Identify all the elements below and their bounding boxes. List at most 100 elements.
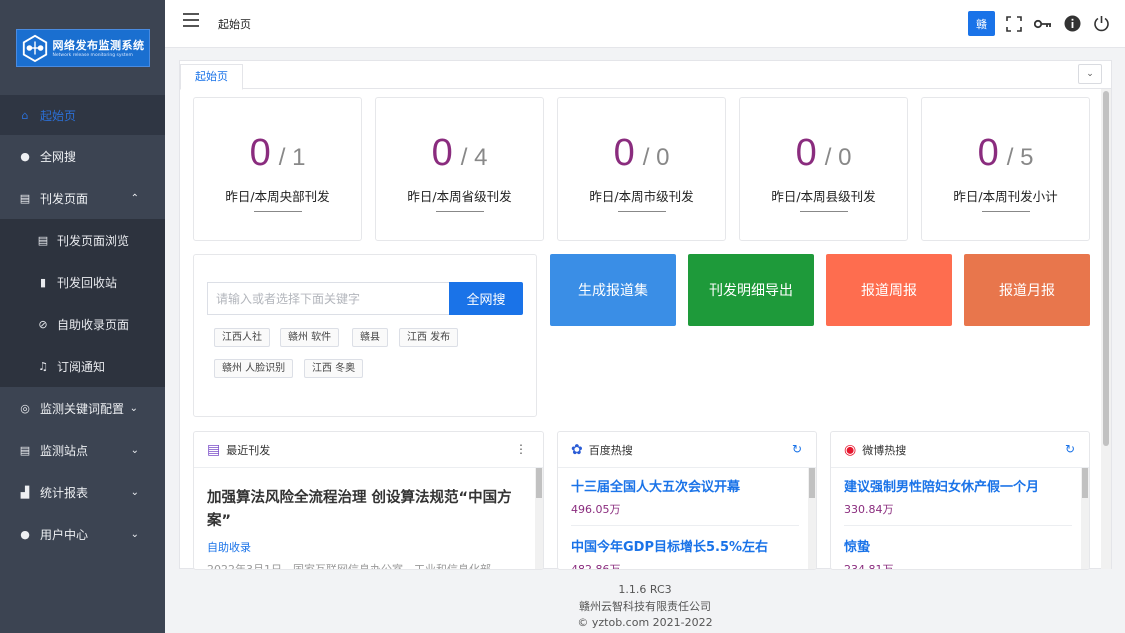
stat-label: 昨日/本周刊发小计 bbox=[953, 189, 1058, 204]
weekly-report-button[interactable]: 报道周报 bbox=[826, 254, 952, 326]
article-headline[interactable]: 加强算法风险全流程治理 创设算法规范“中国方案” bbox=[207, 487, 529, 533]
hot-item-title[interactable]: 十三届全国人大五次会议开幕 bbox=[571, 476, 799, 495]
stat-card-subtotal: 0/ 5 昨日/本周刊发小计 bbox=[921, 97, 1090, 241]
tab-strip: 起始页 ⌄ bbox=[180, 61, 1111, 90]
stat-yesterday: 0 bbox=[431, 132, 453, 174]
app-version: 1.1.6 RC3 bbox=[618, 583, 672, 596]
logo-network-icon bbox=[22, 34, 47, 62]
stat-yesterday: 0 bbox=[977, 132, 999, 174]
hot-item-title[interactable]: 惊蛰 bbox=[844, 536, 1072, 555]
info-icon[interactable] bbox=[1062, 14, 1082, 34]
keyword-tag[interactable]: 江西人社 bbox=[214, 328, 270, 347]
stat-card-central: 0/ 1 昨日/本周央部刊发 bbox=[193, 97, 362, 241]
trash-icon: ▮ bbox=[39, 275, 47, 289]
footer: 1.1.6 RC3 赣州云智科技有限责任公司 © yztob.com 2021-… bbox=[165, 582, 1125, 632]
hot-item-title[interactable]: 建议强制男性陪妇女休产假一个月 bbox=[844, 476, 1072, 495]
panel-title: 最近刊发 bbox=[226, 443, 271, 457]
keyword-tag[interactable]: 江西 发布 bbox=[399, 328, 459, 347]
more-options-icon[interactable]: ⋮ bbox=[515, 442, 527, 456]
tab-dropdown-button[interactable]: ⌄ bbox=[1078, 64, 1102, 84]
sidebar-item-publish-browse[interactable]: ▤ 刊发页面浏览 bbox=[0, 219, 165, 261]
sidebar-item-user-center[interactable]: ● 用户中心 ⌄ bbox=[0, 513, 165, 555]
search-panel: 全网搜 江西人社 赣州 软件 赣县 江西 发布 赣州 人脸识别 江西 冬奥 bbox=[193, 254, 537, 417]
bar-chart-icon: ▟ bbox=[20, 485, 30, 499]
sidebar-item-home[interactable]: ⌂ 起始页 bbox=[0, 95, 165, 135]
region-switch-button[interactable]: 赣 bbox=[968, 11, 995, 36]
sidebar-item-subscribe[interactable]: ♫ 订阅通知 bbox=[0, 345, 165, 387]
bell-icon: ♫ bbox=[38, 359, 48, 373]
stat-card-county: 0/ 0 昨日/本周县级刊发 bbox=[739, 97, 908, 241]
app-logo[interactable]: 网络发布监测系统 Network release monitoring syst… bbox=[15, 28, 150, 67]
scrollbar-thumb[interactable] bbox=[1082, 468, 1088, 498]
panel-header: ◉ 微博热搜 ↻ bbox=[831, 432, 1089, 468]
stat-week: 4 bbox=[474, 144, 488, 171]
home-icon: ⌂ bbox=[21, 108, 29, 122]
sidebar-item-keyword-config[interactable]: ◎ 监测关键词配置 ⌄ bbox=[0, 387, 165, 429]
keyword-tag[interactable]: 赣州 人脸识别 bbox=[214, 359, 294, 378]
article-source[interactable]: 自助收录 bbox=[207, 539, 529, 555]
weibo-icon: ◉ bbox=[844, 441, 857, 458]
publish-pages-submenu: ▤ 刊发页面浏览 ▮ 刊发回收站 ⊘ 自助收录页面 ♫ 订阅通知 bbox=[0, 219, 165, 387]
chevron-down-icon: ⌄ bbox=[130, 528, 139, 540]
panel-scrollbar[interactable] bbox=[808, 468, 816, 569]
main-content: 起始页 ⌄ 0/ 1 昨日/本周央部刊发 0/ 4 昨日/本周省级刊发 0/ 0… bbox=[179, 60, 1112, 570]
refresh-icon[interactable]: ↻ bbox=[1065, 442, 1075, 456]
monthly-report-button[interactable]: 报道月报 bbox=[964, 254, 1090, 326]
sidebar: 网络发布监测系统 Network release monitoring syst… bbox=[0, 0, 165, 633]
keyword-tag[interactable]: 赣县 bbox=[352, 328, 388, 347]
article-snippet: 2022年3月1日，国家互联网信息办公室、工业和信息化部、 bbox=[207, 563, 502, 570]
export-publish-details-button[interactable]: 刊发明细导出 bbox=[688, 254, 814, 326]
scrollbar-thumb[interactable] bbox=[536, 468, 542, 498]
divider bbox=[435, 211, 484, 212]
panel-scrollbar[interactable] bbox=[1081, 468, 1089, 569]
generate-report-set-button[interactable]: 生成报道集 bbox=[550, 254, 676, 326]
main-scrollbar[interactable] bbox=[1101, 89, 1111, 569]
power-icon[interactable] bbox=[1091, 14, 1111, 34]
sidebar-item-label: 自助收录页面 bbox=[57, 317, 130, 332]
keyword-tag[interactable]: 江西 冬奥 bbox=[304, 359, 364, 378]
sidebar-item-monitor-sites[interactable]: ▤ 监测站点 ⌄ bbox=[0, 429, 165, 471]
hamburger-menu-icon[interactable] bbox=[183, 13, 199, 27]
hot-item-heat: 234.81万 bbox=[844, 563, 894, 570]
baidu-paw-icon: ✿ bbox=[571, 441, 583, 458]
stat-yesterday: 0 bbox=[249, 132, 271, 174]
stat-yesterday: 0 bbox=[613, 132, 635, 174]
panel-header: ▤ 最近刊发 ⋮ bbox=[194, 432, 543, 468]
sidebar-item-global-search[interactable]: ● 全网搜 bbox=[0, 135, 165, 177]
sidebar-item-label: 监测站点 bbox=[40, 443, 89, 458]
logo-area: 网络发布监测系统 Network release monitoring syst… bbox=[0, 0, 165, 95]
scrollbar-thumb[interactable] bbox=[1103, 91, 1109, 446]
divider bbox=[617, 211, 666, 212]
hot-item-heat: 482.86万 bbox=[571, 563, 621, 570]
user-icon: ● bbox=[20, 527, 30, 541]
refresh-icon[interactable]: ↻ bbox=[792, 442, 802, 456]
sidebar-item-self-collect[interactable]: ⊘ 自助收录页面 bbox=[0, 303, 165, 345]
search-input[interactable] bbox=[207, 282, 449, 315]
sidebar-item-label: 起始页 bbox=[40, 108, 77, 123]
paperclip-icon: ⊘ bbox=[38, 317, 48, 331]
page-title: 起始页 bbox=[218, 18, 251, 31]
divider bbox=[981, 211, 1030, 212]
panel-header: ✿ 百度热搜 ↻ bbox=[558, 432, 816, 468]
divider bbox=[844, 525, 1072, 526]
document-icon: ▤ bbox=[19, 191, 31, 205]
hot-item-title[interactable]: 中国今年GDP目标增长5.5%左右 bbox=[571, 536, 799, 555]
search-icon: ◎ bbox=[20, 401, 30, 415]
panel-scrollbar[interactable] bbox=[535, 468, 543, 569]
tab-home[interactable]: 起始页 bbox=[180, 64, 243, 90]
key-icon[interactable] bbox=[1033, 14, 1053, 34]
fullscreen-icon[interactable] bbox=[1004, 14, 1024, 34]
keyword-tag[interactable]: 赣州 软件 bbox=[280, 328, 340, 347]
sidebar-item-recycle-bin[interactable]: ▮ 刊发回收站 bbox=[0, 261, 165, 303]
list-icon: ▤ bbox=[19, 443, 31, 457]
sidebar-item-label: 监测关键词配置 bbox=[40, 401, 125, 416]
sidebar-item-reports[interactable]: ▟ 统计报表 ⌄ bbox=[0, 471, 165, 513]
stat-week: 1 bbox=[292, 144, 306, 171]
global-search-button[interactable]: 全网搜 bbox=[449, 282, 523, 315]
stat-card-city: 0/ 0 昨日/本周市级刊发 bbox=[557, 97, 726, 241]
hot-item-heat: 496.05万 bbox=[571, 503, 621, 516]
panel-title: 微博热搜 bbox=[862, 443, 907, 457]
stat-week: 0 bbox=[656, 144, 670, 171]
scrollbar-thumb[interactable] bbox=[809, 468, 815, 498]
sidebar-item-publish-pages[interactable]: ▤ 刊发页面 ⌃ bbox=[0, 177, 165, 219]
